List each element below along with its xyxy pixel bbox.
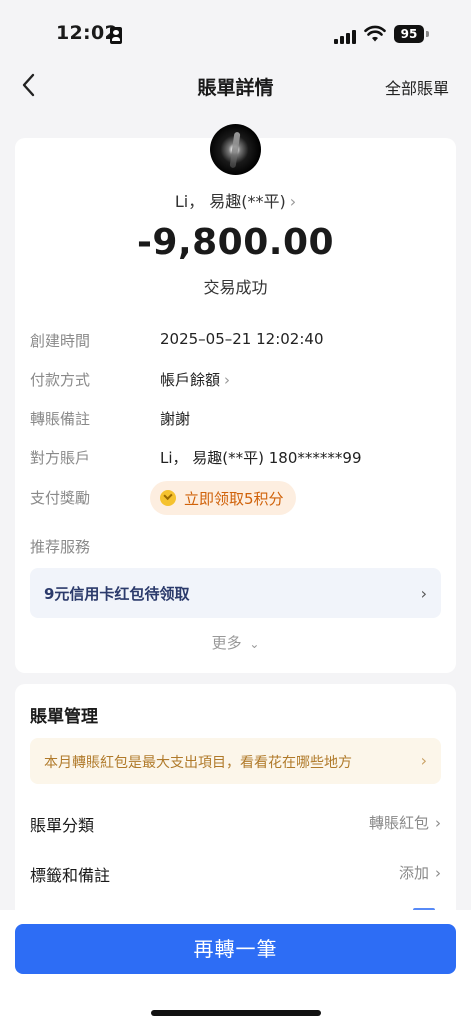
transaction-status: 交易成功: [203, 278, 268, 297]
detail-row-recommended: 推荐服務: [30, 534, 441, 560]
row-label: 標籤和備註: [30, 866, 111, 885]
transfer-again-button[interactable]: 再轉一筆: [15, 924, 456, 974]
detail-value: 謝謝: [160, 410, 191, 428]
detail-label: 推荐服務: [30, 538, 91, 556]
chevron-right-icon: ›: [420, 584, 427, 603]
home-indicator[interactable]: [151, 1010, 321, 1016]
detail-row-created: 創建時間 2025–05–21 12:02:40: [30, 328, 441, 354]
bill-category-row[interactable]: 賬單分類 轉賬紅包 ›: [30, 808, 441, 838]
detail-value: 2025–05–21 12:02:40: [160, 330, 324, 348]
detail-label: 付款方式: [30, 371, 91, 389]
row-label: 賬單分類: [30, 816, 95, 835]
payee-name-text: Li， 易趣(**平): [174, 192, 286, 211]
bottom-bar: 再轉一筆: [0, 910, 471, 1024]
chevron-right-icon: ›: [435, 864, 441, 882]
more-button[interactable]: 更多 ⌄: [15, 632, 456, 653]
payee-avatar[interactable]: [210, 124, 261, 175]
status-bar: 12:02 95: [0, 0, 471, 64]
chevron-down-icon: ⌄: [249, 637, 260, 651]
detail-row-payment-method[interactable]: 付款方式 帳戶餘額 ›: [30, 367, 441, 393]
transaction-card: Li， 易趣(**平) › -9,800.00 交易成功 創建時間 2025–05…: [15, 124, 456, 673]
detail-label: 支付獎勵: [30, 489, 91, 507]
insight-text: 本月轉賬紅包是最大支出項目，看看花在哪些地方: [44, 755, 352, 771]
detail-label: 轉賬備註: [30, 410, 91, 428]
detail-row-counterparty: 對方賬戶 Li， 易趣(**平) 180******99: [30, 445, 441, 471]
battery-tip: [426, 31, 429, 37]
contact-card-icon: [110, 27, 122, 44]
tags-notes-row[interactable]: 標籤和備註 添加 ›: [30, 858, 441, 888]
detail-label: 創建時間: [30, 332, 91, 350]
chevron-right-icon: ›: [435, 814, 441, 832]
payee-name[interactable]: Li， 易趣(**平) ›: [15, 188, 456, 212]
row-value: 添加 ›: [398, 864, 441, 882]
transaction-amount: -9,800.00: [136, 222, 335, 263]
nav-bar: 賬單詳情 全部賬單: [0, 64, 471, 106]
spending-insight-banner[interactable]: 本月轉賬紅包是最大支出項目，看看花在哪些地方 ›: [30, 738, 441, 784]
detail-label: 對方賬戶: [30, 449, 91, 467]
chevron-right-icon: ›: [224, 371, 231, 389]
wifi-icon: [364, 25, 386, 42]
section-title: 賬單管理: [30, 707, 98, 727]
credit-card-promo[interactable]: 9元信用卡红包待领取 ›: [30, 568, 441, 618]
chevron-right-icon: ›: [420, 751, 427, 770]
detail-value: 帳戶餘額 ›: [160, 371, 231, 389]
detail-value: Li， 易趣(**平) 180******99: [160, 449, 362, 467]
bill-management-card: 賬單管理 本月轉賬紅包是最大支出項目，看看花在哪些地方 › 賬單分類 轉賬紅包 ›…: [15, 684, 456, 924]
row-value: 轉賬紅包 ›: [368, 814, 441, 832]
detail-row-reward: 支付獎勵 立即领取5积分: [30, 481, 441, 515]
more-label: 更多: [211, 634, 242, 652]
all-bills-link[interactable]: 全部賬單: [385, 75, 449, 99]
claim-points-label: 立即领取5积分: [184, 489, 284, 508]
promo-text: 9元信用卡红包待领取: [44, 585, 190, 603]
claim-points-button[interactable]: 立即领取5积分: [150, 481, 296, 515]
coin-check-icon: [160, 490, 176, 506]
status-time: 12:02: [56, 22, 118, 44]
chevron-right-icon: ›: [289, 192, 297, 211]
cellular-signal-icon: [334, 28, 358, 44]
detail-row-remark: 轉賬備註 謝謝: [30, 406, 441, 432]
battery-icon: 95: [394, 25, 424, 43]
